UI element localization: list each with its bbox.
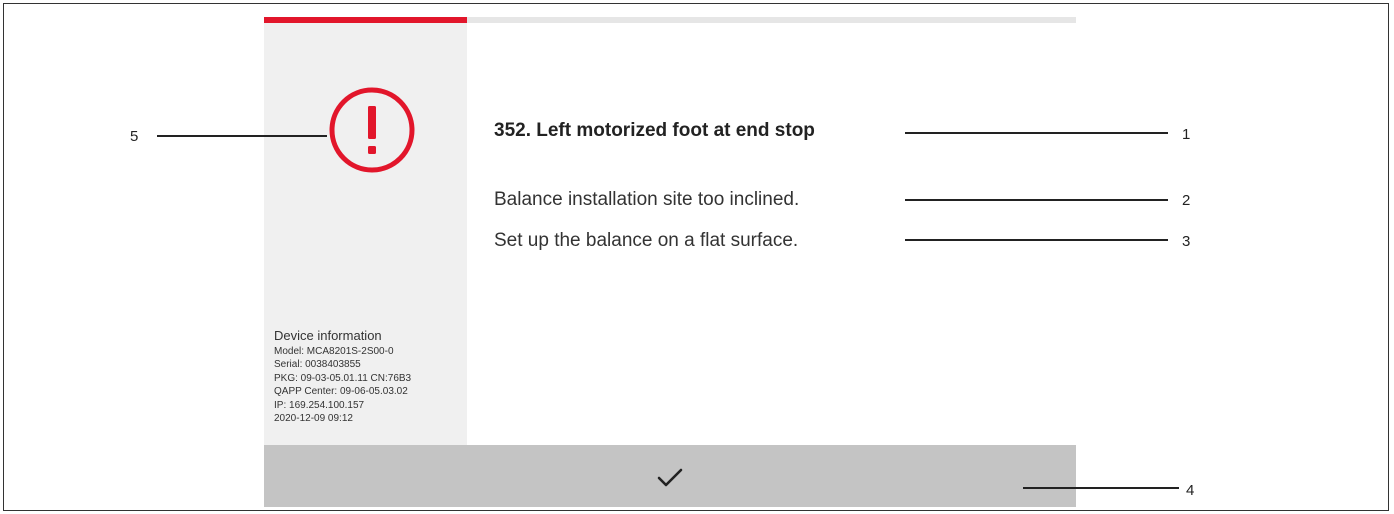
callout-number-3: 3	[1182, 233, 1191, 250]
device-ip: IP: 169.254.100.157	[274, 399, 365, 411]
device-package: PKG: 09-03-05.01.11 CN:76B3	[274, 372, 412, 384]
callout-number-2: 2	[1182, 192, 1191, 209]
device-model: Model: MCA8201S-2S00-0	[274, 346, 394, 357]
device-info-heading: Device information	[274, 328, 382, 343]
message-remedy: Set up the balance on a flat surface.	[494, 230, 799, 251]
callout-line-1	[905, 132, 1168, 134]
callout-number-5: 5	[130, 128, 139, 145]
confirm-button[interactable]	[264, 445, 1076, 507]
callout-line-2	[905, 199, 1168, 201]
device-qapp-center: QAPP Center: 09-06-05.03.02	[274, 386, 408, 398]
message-cause: Balance installation site too inclined.	[494, 189, 800, 210]
message-screen: Device information Model: MCA8201S-2S00-…	[264, 17, 1076, 507]
callout-line-5	[157, 135, 327, 137]
device-serial: Serial: 0038403855	[274, 359, 361, 371]
callout-number-4: 4	[1186, 482, 1195, 499]
device-information: Device information Model: MCA8201S-2S00-…	[274, 328, 411, 425]
exclamation-circle-icon	[329, 87, 415, 173]
callout-number-1: 1	[1182, 126, 1191, 143]
callout-line-4	[1023, 487, 1179, 489]
callout-line-3	[905, 239, 1168, 241]
device-timestamp: 2020-12-09 09:12	[274, 413, 353, 425]
message-title: 352. Left motorized foot at end stop	[494, 120, 815, 141]
checkmark-icon	[657, 468, 683, 487]
side-panel: Device information Model: MCA8201S-2S00-…	[264, 23, 467, 445]
